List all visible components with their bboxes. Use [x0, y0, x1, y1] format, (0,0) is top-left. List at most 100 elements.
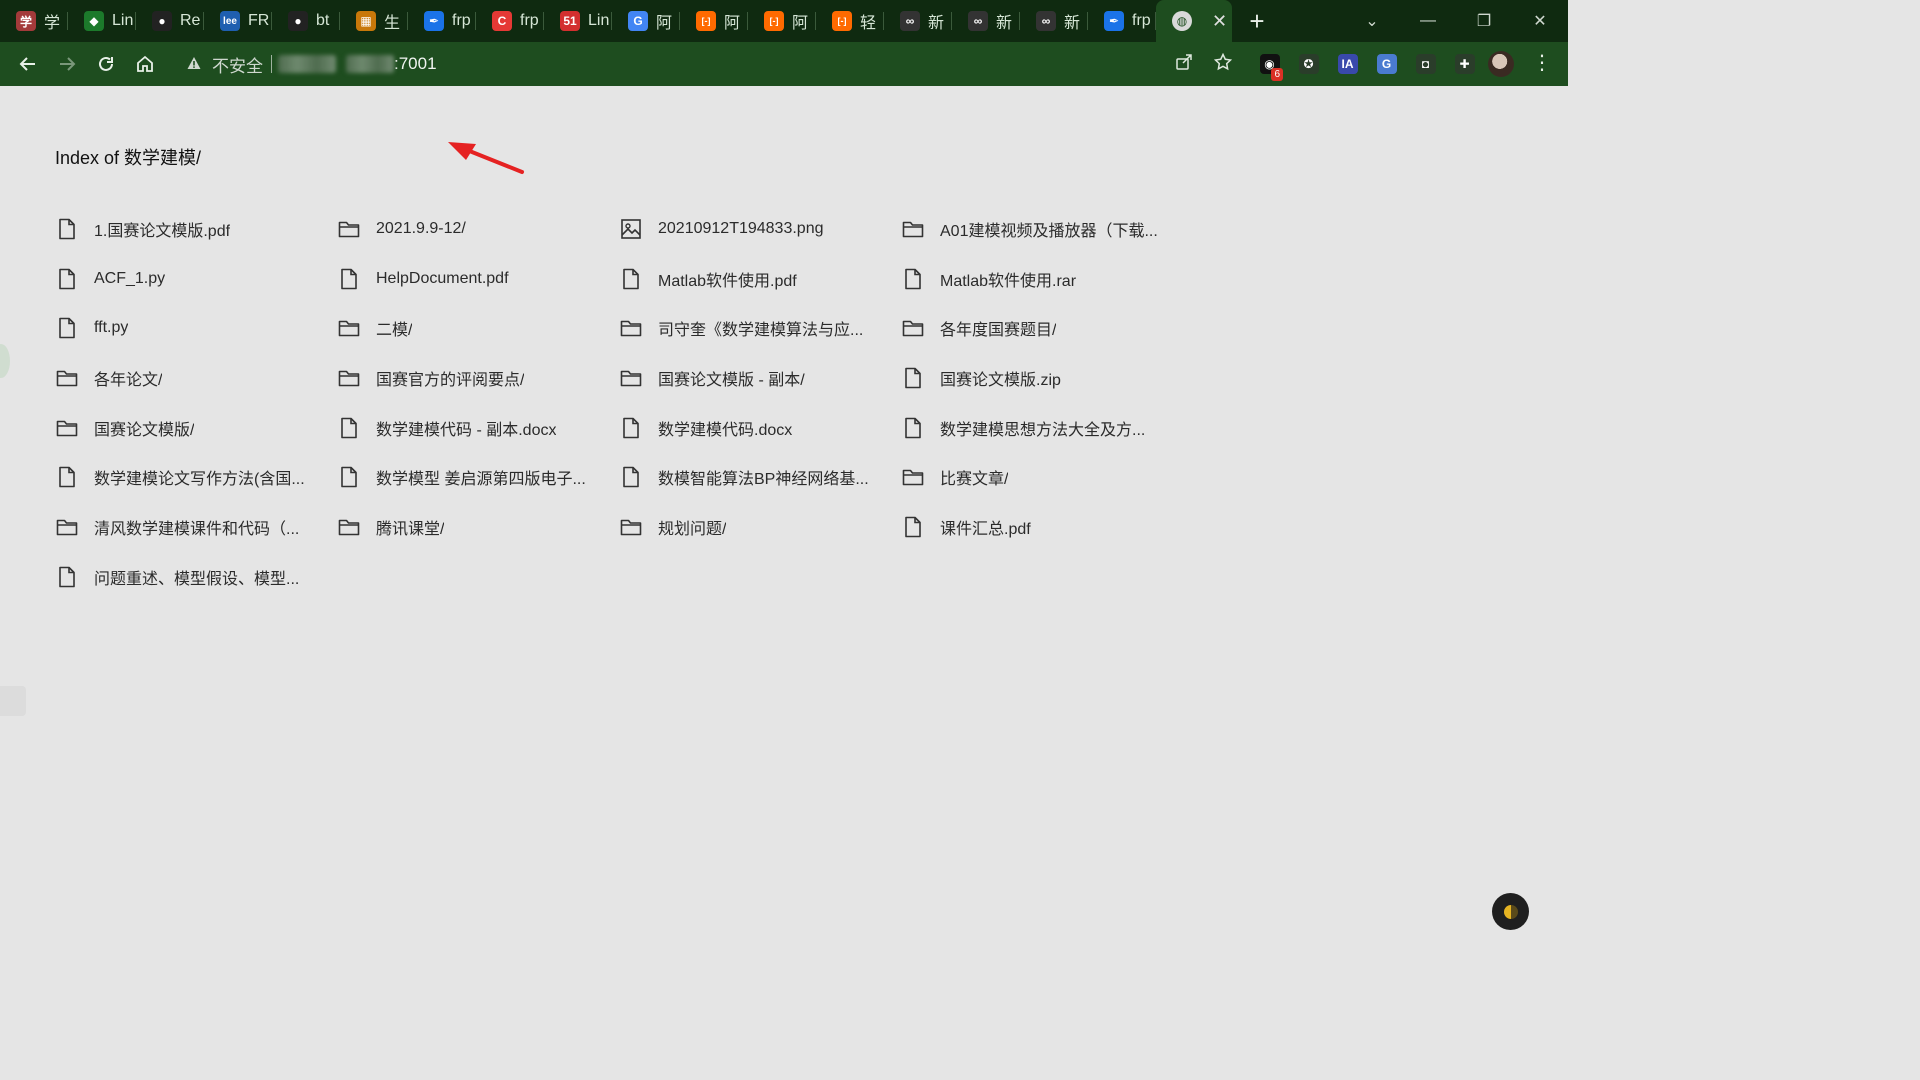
tab-5[interactable]: ● bt — [272, 0, 340, 42]
file-entry[interactable]: 20210912T194833.png — [619, 204, 901, 254]
file-entry[interactable]: 数学建模论文写作方法(含国... — [55, 452, 337, 502]
bookmark-star-icon[interactable] — [1203, 52, 1242, 76]
extension-5[interactable]: ◘ — [1406, 42, 1445, 86]
close-tab-icon[interactable]: ✕ — [1212, 11, 1227, 32]
extension-3[interactable]: IA — [1328, 42, 1367, 86]
tab-2[interactable]: ◆ Lin — [68, 0, 136, 42]
entry-name[interactable]: 数学建模代码 - 副本.docx — [376, 416, 556, 440]
folder-entry[interactable]: 各年度国赛题目/ — [901, 303, 1183, 353]
new-tab-button[interactable]: + — [1242, 6, 1272, 37]
entry-name[interactable]: 2021.9.9-12/ — [376, 220, 466, 238]
file-entry[interactable]: Matlab软件使用.pdf — [619, 254, 901, 304]
tab-15[interactable]: ∞ 新 — [952, 0, 1020, 42]
entry-name[interactable]: A01建模视频及播放器（下载... — [940, 217, 1158, 241]
entry-name[interactable]: 腾讯课堂/ — [376, 515, 444, 539]
entry-name[interactable]: 国赛论文模版 - 副本/ — [658, 366, 805, 390]
extension-1[interactable]: ◉ 6 — [1250, 42, 1289, 86]
folder-entry[interactable]: 规划问题/ — [619, 502, 901, 552]
file-entry[interactable]: Matlab软件使用.rar — [901, 254, 1183, 304]
folder-entry[interactable]: 比赛文章/ — [901, 452, 1183, 502]
minimize-button[interactable]: — — [1400, 12, 1456, 30]
folder-entry[interactable]: 国赛官方的评阅要点/ — [337, 353, 619, 403]
entry-name[interactable]: Matlab软件使用.rar — [940, 267, 1076, 291]
tab-11[interactable]: [-] 阿 — [680, 0, 748, 42]
security-label[interactable]: 不安全 — [212, 52, 263, 77]
file-entry[interactable]: 课件汇总.pdf — [901, 502, 1183, 552]
close-window-button[interactable]: ✕ — [1512, 11, 1568, 31]
tab-13[interactable]: [-] 轻 — [816, 0, 884, 42]
not-secure-warning-icon[interactable] — [186, 55, 202, 74]
folder-entry[interactable]: 国赛论文模版 - 副本/ — [619, 353, 901, 403]
folder-entry[interactable]: 各年论文/ — [55, 353, 337, 403]
file-entry[interactable]: 1.国赛论文模版.pdf — [55, 204, 337, 254]
entry-name[interactable]: 国赛论文模版/ — [94, 416, 194, 440]
tab-12[interactable]: [-] 阿 — [748, 0, 816, 42]
entry-name[interactable]: HelpDocument.pdf — [376, 270, 509, 288]
file-entry[interactable]: ACF_1.py — [55, 254, 337, 304]
theme-toggle-button[interactable] — [1492, 893, 1529, 930]
entry-name[interactable]: 司守奎《数学建模算法与应... — [658, 316, 863, 340]
reload-button[interactable] — [86, 46, 125, 82]
entry-name[interactable]: 清风数学建模课件和代码（... — [94, 515, 299, 539]
entry-name[interactable]: 国赛官方的评阅要点/ — [376, 366, 524, 390]
extension-2[interactable]: ✪ — [1289, 42, 1328, 86]
share-icon[interactable] — [1164, 53, 1203, 76]
entry-name[interactable]: 数学建模思想方法大全及方... — [940, 416, 1145, 440]
folder-entry[interactable]: 国赛论文模版/ — [55, 403, 337, 453]
folder-entry[interactable]: 二模/ — [337, 303, 619, 353]
back-button[interactable] — [8, 46, 47, 82]
file-entry[interactable]: 问题重述、模型假设、模型... — [55, 552, 337, 602]
tab-8[interactable]: Cfrp — [476, 0, 544, 42]
entry-name[interactable]: 课件汇总.pdf — [940, 515, 1031, 539]
entry-name[interactable]: 数学建模代码.docx — [658, 416, 792, 440]
folder-entry[interactable]: 腾讯课堂/ — [337, 502, 619, 552]
tab-10[interactable]: G阿 — [612, 0, 680, 42]
file-entry[interactable]: 数学建模代码.docx — [619, 403, 901, 453]
file-entry[interactable]: 国赛论文模版.zip — [901, 353, 1183, 403]
side-panel-tab[interactable] — [0, 686, 26, 716]
file-entry[interactable]: 数模智能算法BP神经网络基... — [619, 452, 901, 502]
url-port-text[interactable]: :7001 — [394, 54, 437, 74]
entry-name[interactable]: 20210912T194833.png — [658, 220, 824, 238]
folder-entry[interactable]: 司守奎《数学建模算法与应... — [619, 303, 901, 353]
tab-4[interactable]: lee FR — [204, 0, 272, 42]
tab-1[interactable]: 学学 — [0, 0, 68, 42]
tab-search-button[interactable]: ⌄ — [1344, 11, 1400, 31]
entry-name[interactable]: 二模/ — [376, 316, 412, 340]
browser-menu-kebab-icon[interactable]: ⋮ — [1530, 50, 1554, 75]
tab-14[interactable]: ∞ 新 — [884, 0, 952, 42]
file-entry[interactable]: HelpDocument.pdf — [337, 254, 619, 304]
folder-entry[interactable]: A01建模视频及播放器（下载... — [901, 204, 1183, 254]
forward-button[interactable] — [47, 46, 86, 82]
entry-name[interactable]: 数学建模论文写作方法(含国... — [94, 465, 305, 489]
file-entry[interactable]: 数学建模思想方法大全及方... — [901, 403, 1183, 453]
folder-entry[interactable]: 清风数学建模课件和代码（... — [55, 502, 337, 552]
restore-button[interactable]: ❐ — [1456, 11, 1512, 31]
address-bar[interactable]: 不安全 :7001 — [172, 46, 1242, 82]
entry-name[interactable]: fft.py — [94, 319, 128, 337]
tab-17[interactable]: ✒ frp — [1088, 0, 1156, 42]
tab-6[interactable]: ▦ 生 — [340, 0, 408, 42]
tab-3[interactable]: ● Re — [136, 0, 204, 42]
entry-name[interactable]: 1.国赛论文模版.pdf — [94, 217, 230, 241]
entry-name[interactable]: 规划问题/ — [658, 515, 726, 539]
entry-name[interactable]: 数模智能算法BP神经网络基... — [658, 465, 869, 489]
entry-name[interactable]: 数学模型 姜启源第四版电子... — [376, 465, 586, 489]
entry-name[interactable]: 问题重述、模型假设、模型... — [94, 565, 299, 589]
folder-entry[interactable]: 2021.9.9-12/ — [337, 204, 619, 254]
entry-name[interactable]: 各年度国赛题目/ — [940, 316, 1056, 340]
tab-active[interactable]: ◍ ✕ — [1156, 0, 1232, 42]
profile-avatar[interactable] — [1488, 51, 1514, 77]
home-button[interactable] — [125, 46, 164, 82]
entry-name[interactable]: 国赛论文模版.zip — [940, 366, 1061, 390]
extension-4[interactable]: G — [1367, 42, 1406, 86]
file-entry[interactable]: 数学建模代码 - 副本.docx — [337, 403, 619, 453]
entry-name[interactable]: 各年论文/ — [94, 366, 162, 390]
tab-9[interactable]: 51 Lin — [544, 0, 612, 42]
entry-name[interactable]: Matlab软件使用.pdf — [658, 267, 797, 291]
tab-16[interactable]: ∞ 新 — [1020, 0, 1088, 42]
file-entry[interactable]: 数学模型 姜启源第四版电子... — [337, 452, 619, 502]
file-entry[interactable]: fft.py — [55, 303, 337, 353]
extension-6[interactable]: ✚ — [1445, 42, 1484, 86]
entry-name[interactable]: ACF_1.py — [94, 270, 165, 288]
